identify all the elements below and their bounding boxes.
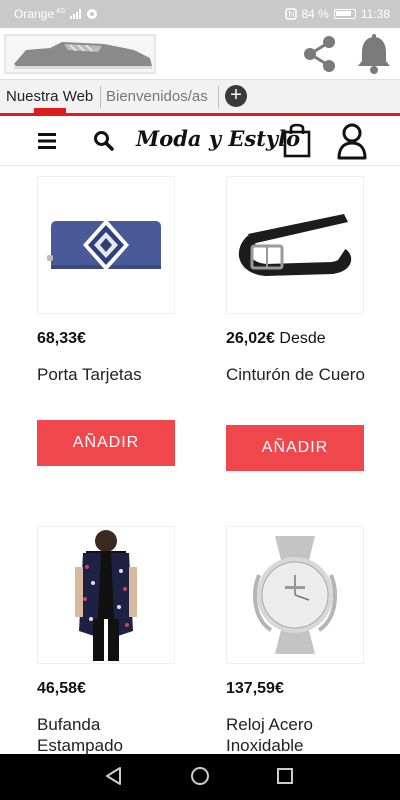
menu-icon[interactable] — [38, 133, 58, 149]
user-icon[interactable] — [336, 122, 368, 160]
product-image-belt[interactable] — [226, 176, 364, 314]
tab-nuestra-web[interactable]: Nuestra Web — [6, 88, 93, 105]
vpn-icon — [87, 9, 98, 19]
product-price: 26,02€ Desde — [226, 330, 326, 347]
svg-text:N: N — [288, 10, 294, 19]
site-brand-logo[interactable]: Moda y Estylo — [136, 126, 300, 151]
network-type: 4G — [56, 7, 66, 15]
product-image-wallet[interactable] — [37, 176, 175, 314]
share-icon[interactable] — [298, 32, 342, 76]
system-navigation-bar — [0, 754, 400, 800]
carrier-name: Orange — [14, 7, 55, 21]
tab-divider — [100, 86, 101, 108]
product-name[interactable]: Porta Tarjetas — [37, 364, 177, 385]
product-name[interactable]: Reloj Acero Inoxidable — [226, 714, 366, 754]
site-header: Moda y Estylo — [0, 116, 400, 166]
add-tab-button[interactable]: + — [225, 85, 247, 107]
product-name[interactable]: Bufanda Estampado — [37, 714, 177, 754]
tab-divider — [218, 86, 219, 108]
app-bar — [0, 28, 400, 80]
home-icon[interactable] — [190, 766, 210, 786]
nfc-icon: N — [284, 8, 297, 20]
product-price: 68,33€ — [37, 330, 86, 347]
shopping-bag-icon[interactable] — [283, 122, 311, 158]
product-image-watch[interactable] — [226, 526, 364, 664]
status-bar: Orange 4G N 84 % 11:38 — [0, 0, 400, 28]
app-logo-shoe-image — [4, 34, 156, 74]
product-card[interactable]: 26,02€ Desde Cinturón de Cuero — [226, 176, 366, 385]
product-grid: 68,33€ Porta Tarjetas AÑADIR 26,02€ Desd… — [0, 166, 400, 754]
browser-tabs: Nuestra Web Bienvenidos/as + — [0, 80, 400, 116]
product-card[interactable]: 68,33€ Porta Tarjetas — [37, 176, 177, 385]
bell-icon[interactable] — [354, 32, 394, 76]
add-to-cart-button[interactable]: AÑADIR — [226, 425, 364, 471]
battery-level: 84 % — [301, 7, 329, 21]
battery-icon — [333, 9, 356, 19]
active-tab-indicator — [34, 108, 66, 113]
back-icon[interactable] — [104, 766, 124, 786]
tab-bienvenidos[interactable]: Bienvenidos/as — [106, 88, 218, 105]
product-price: 46,58€ — [37, 680, 86, 697]
clock: 11:38 — [360, 7, 390, 21]
product-card[interactable]: 137,59€ Reloj Acero Inoxidable — [226, 526, 366, 754]
product-image-scarf[interactable] — [37, 526, 175, 664]
product-card[interactable]: 46,58€ Bufanda Estampado — [37, 526, 177, 754]
product-name[interactable]: Cinturón de Cuero — [226, 364, 366, 385]
recents-icon[interactable] — [275, 766, 295, 786]
search-icon[interactable] — [93, 130, 115, 152]
add-to-cart-button[interactable]: AÑADIR — [37, 420, 175, 466]
product-price: 137,59€ — [226, 680, 284, 697]
signal-icon — [70, 9, 82, 19]
